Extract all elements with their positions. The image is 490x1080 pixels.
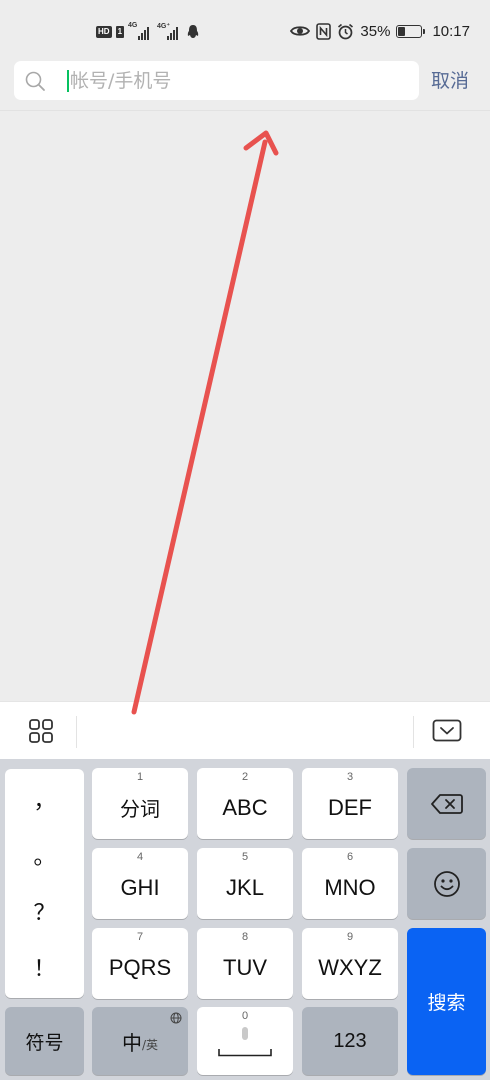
emoji-button[interactable] (407, 848, 486, 919)
punctuation-key[interactable]: 。 (5, 839, 84, 871)
key-jkl[interactable]: 5 JKL (197, 848, 293, 919)
symbols-key[interactable]: 符号 (5, 1007, 84, 1075)
toolbar-divider (76, 716, 77, 748)
key-label: TUV (223, 954, 267, 980)
symbols-key-label: 符号 (25, 1031, 64, 1054)
globe-icon (170, 1012, 182, 1024)
alarm-icon (338, 23, 354, 39)
signal-icon-1: 4G (128, 22, 150, 40)
battery-icon (396, 24, 426, 38)
clock: 10:17 (432, 22, 470, 40)
key-ghi[interactable]: 4 GHI (92, 848, 188, 919)
key-label: MNO (324, 874, 376, 900)
key-wxyz[interactable]: 9 WXYZ (302, 928, 398, 999)
backspace-icon (430, 793, 463, 814)
language-switch-key[interactable]: 中 /英 (92, 1007, 188, 1075)
punctuation-key[interactable]: ？ (5, 895, 84, 927)
search-key[interactable]: 搜索 (407, 928, 486, 1075)
cancel-button[interactable]: 取消 (431, 66, 469, 96)
key-label: 分词 (120, 797, 160, 821)
signal-icon-2: 4G⁺ (157, 23, 179, 40)
status-left: HD 1 4G 4G⁺ (96, 22, 200, 42)
backspace-button[interactable] (407, 768, 486, 839)
search-input[interactable] (70, 61, 410, 100)
key-abc[interactable]: 2 ABC (197, 768, 293, 839)
notification-icon (187, 25, 199, 38)
key-def[interactable]: 3 DEF (302, 768, 398, 839)
key-number: 2 (241, 771, 249, 783)
key-number: 7 (136, 931, 144, 943)
key-number: 9 (346, 931, 354, 943)
toolbar-grid-icon[interactable] (27, 717, 55, 745)
search-icon (25, 71, 45, 91)
numbers-key-label: 123 (333, 1029, 367, 1052)
key-pqrs[interactable]: 7 PQRS (92, 928, 188, 999)
mic-icon (242, 1027, 248, 1040)
search-bar[interactable] (14, 61, 419, 100)
key-number: 4 (136, 851, 144, 863)
numbers-key[interactable]: 123 (302, 1007, 398, 1075)
punctuation-key[interactable]: ， (5, 783, 84, 815)
keyboard-collapse-icon[interactable] (432, 719, 462, 744)
key-label: JKL (226, 874, 264, 900)
network-type-2: 4G⁺ (157, 23, 171, 30)
key-number: 5 (241, 851, 249, 863)
key-tuv[interactable]: 8 TUV (197, 928, 293, 999)
key-number: 1 (136, 771, 144, 783)
status-bar: HD 1 4G 4G⁺ 35% 10:17 (0, 0, 490, 58)
battery-percent: 35% (360, 22, 391, 40)
key-number: 0 (241, 1010, 249, 1022)
key-number: 6 (346, 851, 354, 863)
key-label: GHI (120, 874, 160, 900)
key-label: PQRS (108, 954, 172, 980)
lang-main-label: 中 (121, 1030, 142, 1055)
key-fenci[interactable]: 1 分词 (92, 768, 188, 839)
key-label: ABC (222, 794, 268, 820)
nfc-icon (316, 22, 332, 40)
key-label: DEF (328, 794, 372, 820)
hd-badge: HD (96, 26, 112, 38)
punctuation-panel: ， 。 ？ ！ (5, 769, 84, 998)
key-number: 8 (241, 931, 249, 943)
key-number: 3 (346, 771, 354, 783)
lang-sub-label: /英 (141, 1037, 159, 1052)
eye-icon (290, 26, 311, 36)
text-cursor (67, 70, 69, 92)
key-mno[interactable]: 6 MNO (302, 848, 398, 919)
punctuation-key[interactable]: ！ (5, 951, 84, 983)
toolbar-divider (413, 716, 414, 748)
space-bar-icon (218, 1049, 272, 1057)
network-type-1: 4G (128, 22, 138, 29)
keyboard-toolbar (0, 701, 490, 759)
header-divider (0, 110, 490, 111)
key-label: WXYZ (318, 954, 382, 980)
status-right: 35% 10:17 (290, 20, 470, 42)
emoji-icon (433, 870, 460, 897)
sim-badge: 1 (115, 26, 125, 38)
